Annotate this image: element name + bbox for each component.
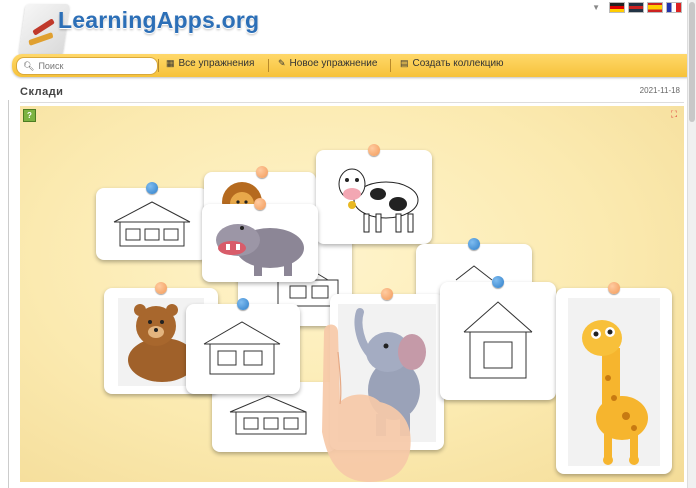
site-logo-text[interactable]: LearningApps.org: [58, 7, 259, 34]
house-3-rooms-icon: [113, 201, 191, 247]
house-2-rooms-icon: [203, 321, 281, 375]
dropdown-arrow-icon[interactable]: ▼: [592, 3, 600, 12]
giraffe-icon: [568, 298, 660, 466]
hippo-icon: [216, 224, 304, 276]
flag-fr-icon[interactable]: [666, 2, 682, 13]
nav-new-exercise[interactable]: ✎ Новое упражнение: [278, 58, 377, 69]
nav-all-exercises[interactable]: ▦ Все упражнения: [166, 58, 254, 69]
collection-icon: ▤: [400, 58, 409, 68]
nav-create-collection-label: Создать коллекцию: [412, 58, 504, 69]
house-2-rooms-card[interactable]: [186, 298, 300, 394]
search-box[interactable]: 🔍︎: [16, 57, 158, 75]
house-1-room-card[interactable]: [440, 276, 556, 400]
page-scrollbar[interactable]: [687, 0, 696, 488]
cow-icon: [338, 168, 419, 233]
title-divider: [20, 102, 684, 103]
nav-divider: [268, 59, 269, 72]
cow-card[interactable]: [316, 144, 432, 244]
grid-icon: ▦: [166, 58, 175, 68]
flag-de-icon[interactable]: [609, 2, 625, 13]
giraffe-card[interactable]: [556, 282, 672, 474]
main-navbar: 🔍︎ ▦ Все упражнения ✎ Новое упражнение ▤…: [12, 54, 696, 77]
house-1-room-icon: [463, 301, 533, 379]
exercise-board: ? ⛶: [20, 106, 684, 482]
pencil-icon: ✎: [278, 58, 286, 68]
fullscreen-icon[interactable]: ⛶: [669, 109, 679, 119]
search-icon: 🔍︎: [23, 60, 35, 71]
page-title: Склади: [20, 86, 64, 98]
nav-new-exercise-label: Новое упражнение: [289, 58, 378, 69]
flag-en-icon[interactable]: [628, 2, 644, 13]
nav-all-exercises-label: Все упражнения: [178, 58, 255, 69]
house-3-rooms-card[interactable]: [96, 182, 208, 260]
nav-divider: [158, 59, 159, 72]
hand-pointer-icon: [322, 324, 411, 482]
nav-create-collection[interactable]: ▤ Создать коллекцию: [400, 58, 504, 69]
nav-divider: [390, 59, 391, 72]
search-input[interactable]: [38, 61, 149, 71]
scrollbar-thumb[interactable]: [689, 2, 695, 122]
help-icon[interactable]: ?: [23, 109, 36, 122]
hippo-card[interactable]: [202, 198, 318, 282]
content-left-border: [8, 100, 9, 488]
flag-es-icon[interactable]: [647, 2, 663, 13]
crayon-icon: [28, 32, 54, 46]
page-date: 2021-11-18: [639, 86, 680, 95]
language-switcher[interactable]: ▼: [592, 2, 682, 13]
